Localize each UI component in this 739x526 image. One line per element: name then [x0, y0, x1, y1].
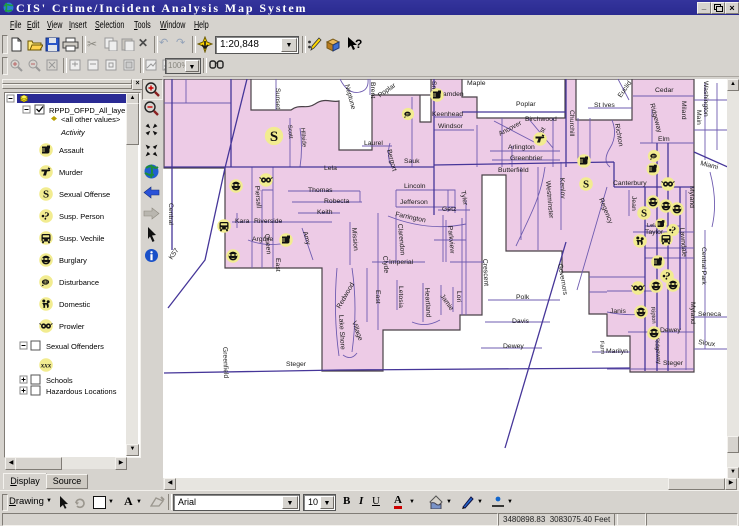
svg-text:Assault: Assault: [59, 146, 85, 155]
svg-text:Dewey: Dewey: [660, 327, 681, 334]
svg-text:Canterbury: Canterbury: [613, 180, 647, 187]
svg-text:Farm: Farm: [598, 341, 605, 355]
svg-text:Laurel: Laurel: [364, 140, 383, 147]
svg-text:Steger: Steger: [663, 360, 684, 367]
svg-text:Davis: Davis: [512, 318, 530, 325]
svg-text:Lela: Lela: [324, 165, 337, 172]
svg-text:Central Park: Central Park: [700, 247, 707, 285]
svg-text:Burglary: Burglary: [59, 256, 87, 265]
svg-text:Schools: Schools: [46, 376, 73, 385]
svg-text:Birchwood: Birchwood: [525, 116, 557, 123]
svg-text:Keith: Keith: [317, 209, 333, 216]
svg-text:Butterfield: Butterfield: [498, 167, 529, 174]
svg-text:Myland: Myland: [688, 186, 695, 208]
svg-text:Elm: Elm: [658, 136, 670, 143]
svg-text:Seneca: Seneca: [698, 311, 721, 318]
svg-text:Lincoln: Lincoln: [404, 183, 426, 190]
svg-text:Steger: Steger: [286, 361, 307, 368]
svg-text:Domestic: Domestic: [59, 300, 91, 309]
svg-text:St Ives: St Ives: [594, 102, 615, 109]
svg-text:RPPD_OFPD_All_laye: RPPD_OFPD_All_laye: [49, 106, 125, 115]
svg-text:Arlington: Arlington: [508, 144, 535, 151]
svg-text:Prowler: Prowler: [59, 322, 85, 331]
svg-text:Milard: Milard: [680, 101, 687, 120]
svg-text:Janis: Janis: [610, 308, 626, 315]
svg-text:Activity: Activity: [60, 128, 86, 137]
svg-text:Lori: Lori: [455, 291, 462, 303]
svg-text:Robecta: Robecta: [324, 198, 350, 205]
svg-text:Kara: Kara: [235, 218, 250, 225]
svg-text:Murder: Murder: [59, 168, 83, 177]
svg-text:Sauk: Sauk: [404, 158, 420, 165]
svg-text:Riverside: Riverside: [254, 218, 283, 225]
svg-text:<all other values>: <all other values>: [61, 115, 121, 124]
svg-text:Scott: Scott: [286, 125, 293, 139]
svg-text:Maple: Maple: [467, 80, 486, 87]
svg-text:Sunset: Sunset: [274, 88, 281, 109]
svg-text:Sexual Offense: Sexual Offense: [59, 190, 110, 199]
svg-text:Main: Main: [695, 110, 702, 125]
svg-text:East: East: [274, 258, 281, 272]
svg-text:Brent: Brent: [369, 82, 376, 98]
svg-text:Dewey: Dewey: [503, 343, 524, 350]
svg-text:Jefferson: Jefferson: [400, 199, 428, 206]
svg-text:Getz: Getz: [442, 206, 457, 213]
svg-text:Hazardous Locations: Hazardous Locations: [46, 387, 117, 396]
svg-text:East: East: [374, 290, 381, 304]
svg-text:Jean: Jean: [630, 196, 637, 211]
svg-text:Central: Central: [167, 203, 174, 225]
svg-text:Cedar: Cedar: [655, 87, 674, 94]
svg-text:Marilyn: Marilyn: [606, 348, 628, 355]
svg-text:Churchill: Churchill: [568, 110, 575, 137]
svg-text:Myland: Myland: [689, 302, 696, 324]
svg-text:Keenhead: Keenhead: [432, 111, 463, 118]
svg-text:Kenlov: Kenlov: [558, 178, 566, 200]
svg-text:Greenfield: Greenfield: [221, 347, 229, 379]
svg-text:?: ?: [355, 37, 362, 51]
svg-text:Washington: Washington: [702, 81, 709, 117]
svg-text:Windsor: Windsor: [438, 123, 464, 130]
svg-text:Sexual Offenders: Sexual Offenders: [46, 342, 104, 351]
svg-text:Susp. Person: Susp. Person: [59, 212, 104, 221]
svg-text:Thomas: Thomas: [308, 187, 333, 194]
svg-text:Letosia: Letosia: [397, 286, 404, 308]
svg-text:Polk: Polk: [516, 294, 530, 301]
svg-text:Crescent: Crescent: [481, 259, 489, 287]
svg-text:Poplar: Poplar: [516, 101, 536, 108]
svg-text:Disturbance: Disturbance: [59, 278, 99, 287]
svg-text:Imperial: Imperial: [389, 259, 414, 266]
svg-text:Susp. Vechile: Susp. Vechile: [59, 234, 104, 243]
svg-text:Greenbrier: Greenbrier: [510, 155, 543, 162]
